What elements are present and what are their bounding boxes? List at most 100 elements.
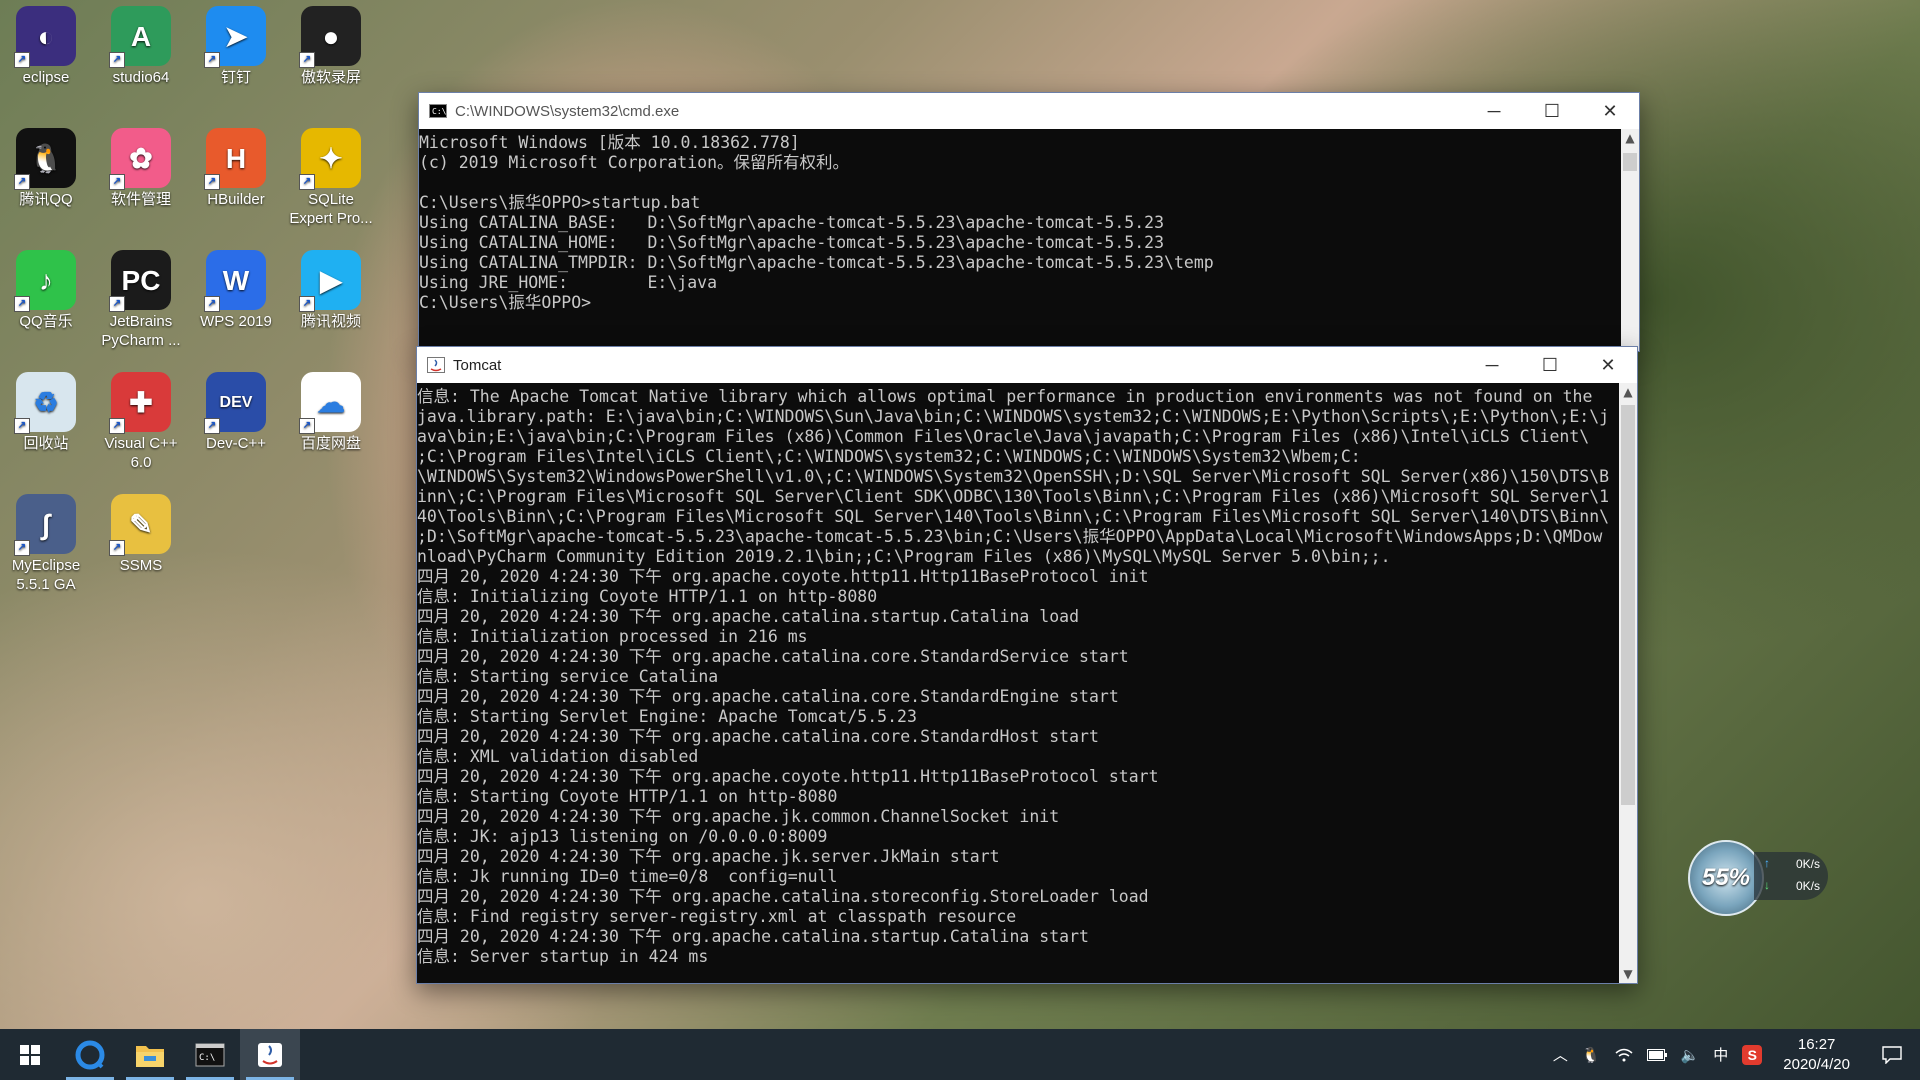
maximize-button[interactable]: ☐ — [1521, 347, 1579, 383]
desktop-shortcut[interactable]: ✿ ↗ 软件管理 — [95, 128, 187, 209]
app-icon: A ↗ — [109, 6, 171, 68]
tomcat-scrollbar[interactable]: ▲ ▼ — [1619, 383, 1637, 983]
tomcat_window-line: ava\bin;E:\java\bin;C:\Program Files (x8… — [417, 427, 1590, 446]
app-icon: ☁ ↗ — [299, 372, 361, 434]
desktop-shortcut[interactable]: ✦ ↗ SQLite Expert Pro... — [285, 128, 377, 228]
desktop-shortcut[interactable]: 🐧 ↗ 腾讯QQ — [0, 128, 92, 209]
svg-text:C:\: C:\ — [199, 1053, 215, 1063]
app-icon: DEV ↗ — [204, 372, 266, 434]
desktop-shortcut[interactable]: W ↗ WPS 2019 — [190, 250, 282, 331]
tomcat_window-line: 信息: The Apache Tomcat Native library whi… — [417, 387, 1593, 406]
tomcat_window-line: ;C:\Program Files\Intel\iCLS Client\;C:\… — [417, 447, 1361, 466]
memory-gauge[interactable]: 55% — [1688, 840, 1764, 916]
close-button[interactable]: ✕ — [1581, 93, 1639, 129]
desktop-shortcut-label: WPS 2019 — [200, 313, 272, 330]
tomcat_window-line: inn\;C:\Program Files\Microsoft SQL Serv… — [417, 487, 1610, 506]
sogou-input-icon[interactable]: S — [1735, 1029, 1769, 1080]
battery-icon[interactable] — [1640, 1029, 1674, 1080]
tomcat_window-line: 信息: Jk running ID=0 time=0/8 config=null — [417, 867, 838, 886]
desktop-shortcut[interactable]: ∫ ↗ MyEclipse 5.5.1 GA — [0, 494, 92, 594]
action-center-icon[interactable] — [1864, 1029, 1920, 1080]
cmd_window-line: Using CATALINA_TMPDIR: D:\SoftMgr\apache… — [419, 253, 1214, 272]
taskbar-file-explorer[interactable] — [120, 1029, 180, 1080]
scroll-thumb[interactable] — [1623, 153, 1637, 171]
tomcat_window-line: 四月 20, 2020 4:24:30 下午 org.apache.catali… — [417, 687, 1119, 706]
desktop-shortcut[interactable]: ◐ ↗ eclipse — [0, 6, 92, 87]
desktop-shortcut[interactable]: PC ↗ JetBrains PyCharm ... — [95, 250, 187, 350]
tomcat-titlebar[interactable]: Tomcat ─ ☐ ✕ — [417, 347, 1637, 383]
java-icon — [427, 357, 445, 373]
shortcut-arrow-icon: ↗ — [299, 52, 315, 68]
desktop-shortcut[interactable]: DEV ↗ Dev-C++ — [190, 372, 282, 453]
shortcut-arrow-icon: ↗ — [299, 418, 315, 434]
tomcat_window-line: 四月 20, 2020 4:24:30 下午 org.apache.coyote… — [417, 567, 1149, 586]
scroll-thumb[interactable] — [1621, 405, 1635, 805]
app-icon: ● ↗ — [299, 6, 361, 68]
tomcat_window-line: 四月 20, 2020 4:24:30 下午 org.apache.jk.com… — [417, 807, 1060, 826]
desktop-shortcut-label: 钉钉 — [220, 69, 251, 86]
desktop-shortcut[interactable]: H ↗ HBuilder — [190, 128, 282, 209]
app-icon: W ↗ — [204, 250, 266, 312]
taskbar-browser[interactable] — [60, 1029, 120, 1080]
system-tray: ︿ 🐧 🔈 中 S 16:27 2020/4/20 — [1546, 1029, 1920, 1080]
tomcat_window-line: 信息: Starting Coyote HTTP/1.1 on http-808… — [417, 787, 838, 806]
tomcat_window-line: ;D:\SoftMgr\apache-tomcat-5.5.23\apache-… — [417, 527, 1603, 546]
network-monitor-widget[interactable]: 55% ↑ 0K/s ↓ 0K/s — [1688, 840, 1828, 916]
download-arrow-icon: ↓ — [1764, 878, 1770, 892]
console-icon: C:\ — [195, 1043, 225, 1066]
volume-icon[interactable]: 🔈 — [1674, 1029, 1707, 1080]
wifi-icon[interactable] — [1608, 1029, 1640, 1080]
cmd-console-output[interactable]: Microsoft Windows [版本 10.0.18362.778] (c)… — [419, 129, 1619, 355]
tomcat_window-line: 四月 20, 2020 4:24:30 下午 org.apache.catali… — [417, 607, 1080, 626]
shortcut-arrow-icon: ↗ — [204, 174, 220, 190]
desktop-shortcut[interactable]: ➤ ↗ 钉钉 — [190, 6, 282, 87]
desktop-shortcut-label: studio64 — [112, 69, 170, 86]
desktop-shortcut[interactable]: ♻ ↗ 回收站 — [0, 372, 92, 453]
tomcat-console-output[interactable]: 信息: The Apache Tomcat Native library whi… — [417, 383, 1617, 987]
app-icon: ✦ ↗ — [299, 128, 361, 190]
desktop-shortcut[interactable]: ♪ ↗ QQ音乐 — [0, 250, 92, 331]
show-hidden-icons-chevron-up-icon[interactable]: ︿ — [1546, 1029, 1575, 1080]
cmd-window[interactable]: C:\ C:\WINDOWS\system32\cmd.exe ─ ☐ ✕ Mi… — [418, 92, 1640, 352]
cmd-titlebar[interactable]: C:\ C:\WINDOWS\system32\cmd.exe ─ ☐ ✕ — [419, 93, 1639, 129]
desktop-shortcut-label: HBuilder — [207, 191, 265, 208]
taskbar-clock[interactable]: 16:27 2020/4/20 — [1769, 1035, 1864, 1075]
desktop-shortcut[interactable]: ☁ ↗ 百度网盘 — [285, 372, 377, 453]
minimize-button[interactable]: ─ — [1465, 93, 1523, 129]
app-icon: ✚ ↗ — [109, 372, 171, 434]
scroll-up-icon[interactable]: ▲ — [1619, 383, 1637, 401]
desktop-shortcut[interactable]: ● ↗ 傲软录屏 — [285, 6, 377, 87]
desktop-shortcut[interactable]: ▶ ↗ 腾讯视频 — [285, 250, 377, 331]
start-button[interactable] — [0, 1029, 60, 1080]
tomcat_window-line: 信息: Starting service Catalina — [417, 667, 719, 686]
taskbar-tomcat[interactable] — [240, 1029, 300, 1080]
desktop-shortcut[interactable]: ✚ ↗ Visual C++ 6.0 — [95, 372, 187, 472]
ime-indicator[interactable]: 中 — [1706, 1029, 1735, 1080]
scroll-down-icon[interactable]: ▼ — [1619, 965, 1637, 983]
cmd_window-line — [419, 173, 1619, 193]
qq-tray-icon[interactable]: 🐧 — [1575, 1029, 1608, 1080]
tomcat_window-line: 信息: JK: ajp13 listening on /0.0.0.0:8009 — [417, 827, 828, 846]
shortcut-arrow-icon: ↗ — [109, 418, 125, 434]
scroll-up-icon[interactable]: ▲ — [1621, 129, 1639, 147]
upload-speed: 0K/s — [1795, 857, 1820, 871]
app-icon: ◐ ↗ — [14, 6, 76, 68]
tomcat-window[interactable]: Tomcat ─ ☐ ✕ 信息: The Apache Tomcat Nativ… — [416, 346, 1638, 984]
close-button[interactable]: ✕ — [1579, 347, 1637, 383]
app-icon: ▶ ↗ — [299, 250, 361, 312]
desktop-shortcut[interactable]: A ↗ studio64 — [95, 6, 187, 87]
shortcut-arrow-icon: ↗ — [14, 418, 30, 434]
tomcat_window-line: 四月 20, 2020 4:24:30 下午 org.apache.catali… — [417, 727, 1099, 746]
taskbar-cmd[interactable]: C:\ — [180, 1029, 240, 1080]
cmd-scrollbar[interactable]: ▲ — [1621, 129, 1639, 351]
maximize-button[interactable]: ☐ — [1523, 93, 1581, 129]
tomcat-title: Tomcat — [453, 356, 502, 374]
desktop-shortcut-label: QQ音乐 — [19, 313, 73, 330]
memory-percent: 55% — [1701, 864, 1751, 891]
windows-logo-icon — [20, 1044, 40, 1065]
desktop-shortcut[interactable]: ✎ ↗ SSMS — [95, 494, 187, 575]
cmd_window-line: Using CATALINA_BASE: D:\SoftMgr\apache-t… — [419, 213, 1165, 232]
minimize-button[interactable]: ─ — [1463, 347, 1521, 383]
shortcut-arrow-icon: ↗ — [14, 174, 30, 190]
app-icon: ♻ ↗ — [14, 372, 76, 434]
